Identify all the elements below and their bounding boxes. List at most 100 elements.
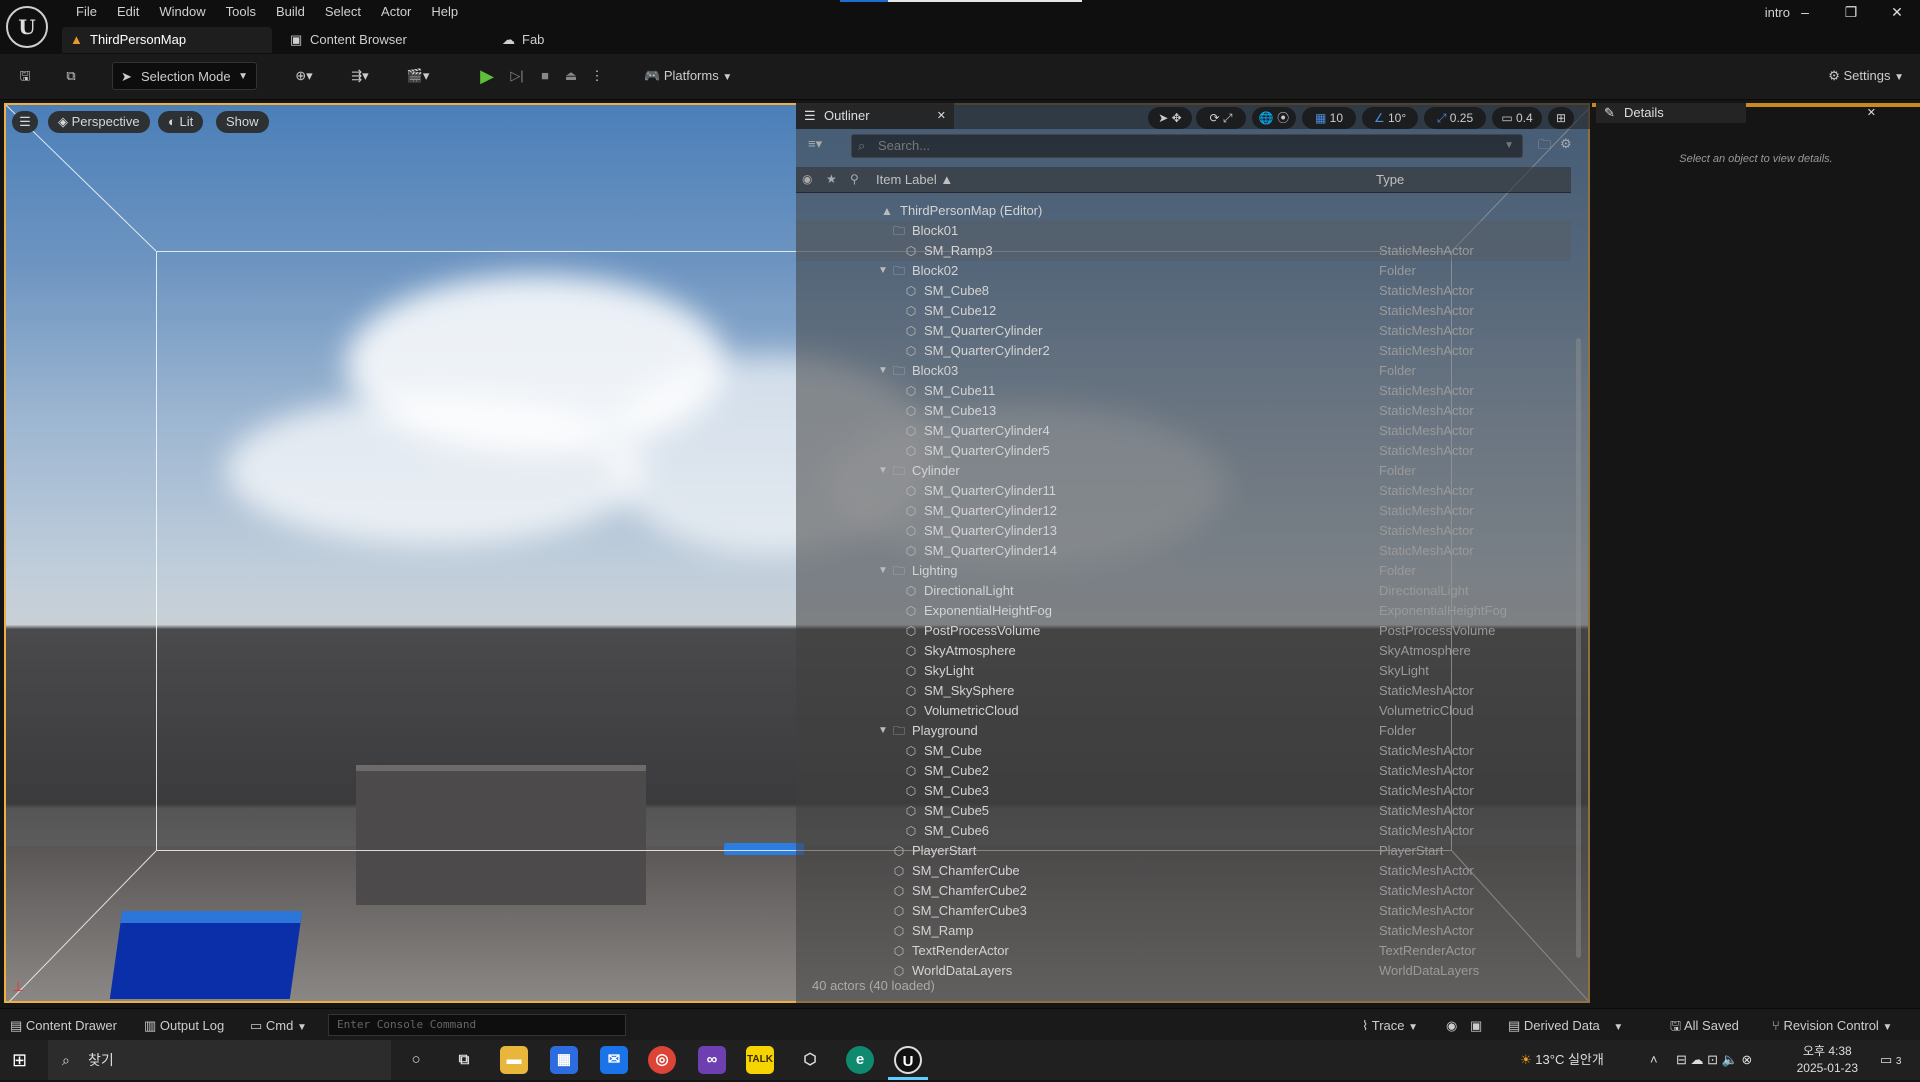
- outliner-row[interactable]: ⬡ SM_Cube3 StaticMeshActor: [796, 781, 1571, 801]
- cinematics-icon[interactable]: 🎬▾: [400, 62, 436, 90]
- store-icon[interactable]: ▦: [550, 1046, 578, 1074]
- cmd-dropdown[interactable]: ▭ Cmd ▼: [250, 1017, 307, 1035]
- windows-start-icon[interactable]: ⊞: [12, 1050, 27, 1071]
- outliner-row[interactable]: 🗀 Block01: [796, 221, 1571, 241]
- console-input[interactable]: Enter Console Command: [328, 1014, 626, 1036]
- visual-studio-icon[interactable]: ∞: [698, 1046, 726, 1074]
- menu-build[interactable]: Build: [266, 3, 315, 21]
- outliner-row[interactable]: ▼ 🗀 Playground Folder: [796, 721, 1571, 741]
- outliner-row[interactable]: ⬡ SM_ChamferCube3 StaticMeshActor: [796, 901, 1571, 921]
- file-explorer-icon[interactable]: ▬: [500, 1046, 528, 1074]
- outliner-row[interactable]: ⬡ SM_Cube13 StaticMeshActor: [796, 401, 1571, 421]
- chrome-icon[interactable]: ◎: [648, 1046, 676, 1074]
- clock[interactable]: 오후 4:38 2025-01-23: [1797, 1043, 1858, 1077]
- settings-dropdown[interactable]: ⚙ Settings ▼: [1814, 62, 1904, 90]
- outliner-row[interactable]: ⬡ SM_QuarterCylinder StaticMeshActor: [796, 321, 1571, 341]
- outliner-row[interactable]: ⬡ VolumetricCloud VolumetricCloud: [796, 701, 1571, 721]
- browse-icon[interactable]: ⧉: [58, 62, 84, 90]
- tab-fab[interactable]: ☁ Fab: [494, 27, 584, 53]
- menu-help[interactable]: Help: [421, 3, 468, 21]
- eject-icon[interactable]: ⏏: [560, 62, 582, 90]
- outliner-row[interactable]: ▼ 🗀 Block03 Folder: [796, 361, 1571, 381]
- tab-third-person-map[interactable]: ▲ ThirdPersonMap: [62, 27, 272, 53]
- output-log-button[interactable]: ▥ Output Log: [144, 1017, 224, 1035]
- outliner-row[interactable]: ⬡ SM_Cube2 StaticMeshActor: [796, 761, 1571, 781]
- perspective-button[interactable]: ◈ Perspective: [48, 111, 150, 133]
- outliner-row[interactable]: ⬡ SM_Cube12 StaticMeshActor: [796, 301, 1571, 321]
- outliner-row[interactable]: ⬡ SM_ChamferCube2 StaticMeshActor: [796, 881, 1571, 901]
- outliner-row[interactable]: ⬡ SM_Ramp3 StaticMeshActor: [796, 241, 1571, 261]
- rotation-snap-button[interactable]: ∠ 10°: [1362, 107, 1418, 129]
- unity-hub-icon[interactable]: ⬡: [796, 1046, 824, 1074]
- eye-icon[interactable]: ◉: [802, 172, 812, 186]
- outliner-row[interactable]: ⬡ SM_Cube6 StaticMeshActor: [796, 821, 1571, 841]
- taskbar-search[interactable]: ⌕ 찾기: [48, 1040, 391, 1080]
- hamburger-menu-icon[interactable]: ☰: [12, 111, 38, 133]
- blueprint-icon[interactable]: ⇶▾: [342, 62, 378, 90]
- col-item-label[interactable]: Item Label ▲: [876, 172, 953, 187]
- screenshot-icon[interactable]: ▣: [1470, 1017, 1482, 1035]
- outliner-row[interactable]: ⬡ SM_ChamferCube StaticMeshActor: [796, 861, 1571, 881]
- outliner-search-input[interactable]: ⌕ Search... ▼: [851, 134, 1523, 158]
- cortana-icon[interactable]: ○: [402, 1046, 430, 1074]
- trace-dropdown[interactable]: ⌇ Trace ▼: [1362, 1017, 1418, 1035]
- outliner-row[interactable]: ⬡ SM_Ramp StaticMeshActor: [796, 921, 1571, 941]
- outliner-row[interactable]: ⬡ SM_QuarterCylinder11 StaticMeshActor: [796, 481, 1571, 501]
- transform-select-icon[interactable]: ➤ ✥: [1148, 107, 1192, 129]
- maximize-viewport-icon[interactable]: ⊞: [1548, 107, 1574, 129]
- close-tab-icon[interactable]: ✕: [1867, 103, 1876, 123]
- transform-mode-icon[interactable]: ⟳ ⤢: [1196, 107, 1246, 129]
- expand-arrow-icon[interactable]: ▼: [878, 261, 888, 281]
- col-type[interactable]: Type: [1376, 172, 1404, 187]
- more-options-icon[interactable]: ⋮: [590, 62, 604, 90]
- filter-icon[interactable]: ≡▾: [808, 136, 822, 152]
- outliner-row[interactable]: ⬡ PlayerStart PlayerStart: [796, 841, 1571, 861]
- menu-edit[interactable]: Edit: [107, 3, 149, 21]
- lit-button[interactable]: ◐ Lit: [158, 111, 204, 133]
- content-drawer-button[interactable]: ▤ Content Drawer: [10, 1017, 117, 1035]
- menu-select[interactable]: Select: [315, 3, 371, 21]
- unreal-editor-icon[interactable]: U: [894, 1046, 922, 1074]
- grid-snap-button[interactable]: ▦ 10: [1302, 107, 1356, 129]
- expand-arrow-icon[interactable]: ▼: [878, 561, 888, 581]
- platforms-dropdown[interactable]: 🎮 Platforms ▼: [640, 62, 740, 90]
- outliner-row[interactable]: ⬡ SM_SkySphere StaticMeshActor: [796, 681, 1571, 701]
- outliner-row[interactable]: ⬡ TextRenderActor TextRenderActor: [796, 941, 1571, 961]
- menu-actor[interactable]: Actor: [371, 3, 421, 21]
- outliner-row[interactable]: ⬡ SM_Cube8 StaticMeshActor: [796, 281, 1571, 301]
- save-icon[interactable]: 🖫: [14, 62, 36, 90]
- outliner-row[interactable]: ⬡ SM_QuarterCylinder12 StaticMeshActor: [796, 501, 1571, 521]
- task-view-icon[interactable]: ⧉: [450, 1046, 478, 1074]
- outliner-row[interactable]: ⬡ SkyLight SkyLight: [796, 661, 1571, 681]
- outliner-row[interactable]: ⬡ ExponentialHeightFog ExponentialHeightFo…: [796, 601, 1571, 621]
- edge-icon[interactable]: e: [846, 1046, 874, 1074]
- stop-icon[interactable]: ■: [534, 62, 556, 90]
- outliner-row[interactable]: ⬡ DirectionalLight DirectionalLight: [796, 581, 1571, 601]
- menu-file[interactable]: File: [66, 3, 107, 21]
- notification-button[interactable]: ▭ 3: [1880, 1040, 1901, 1080]
- close-tab-icon[interactable]: ✕: [937, 103, 946, 129]
- weather-widget[interactable]: ☀ 13°C 실안개: [1520, 1040, 1604, 1080]
- outliner-settings-icon[interactable]: ⚙: [1560, 136, 1572, 152]
- outliner-row[interactable]: ▼ 🗀 Lighting Folder: [796, 561, 1571, 581]
- record-icon[interactable]: ◉: [1446, 1017, 1457, 1035]
- outliner-row[interactable]: ⬡ SM_QuarterCylinder4 StaticMeshActor: [796, 421, 1571, 441]
- kakaotalk-icon[interactable]: TALK: [746, 1046, 774, 1074]
- maximize-button[interactable]: ❐: [1828, 0, 1874, 24]
- mail-icon[interactable]: ✉: [600, 1046, 628, 1074]
- expand-arrow-icon[interactable]: ▼: [878, 361, 888, 381]
- outliner-row[interactable]: ⬡ PostProcessVolume PostProcessVolume: [796, 621, 1571, 641]
- outliner-tab[interactable]: ☰ Outliner ✕: [796, 103, 954, 129]
- outliner-row[interactable]: ⬡ SM_QuarterCylinder2 StaticMeshActor: [796, 341, 1571, 361]
- add-folder-icon[interactable]: 🗀: [1538, 136, 1551, 158]
- selection-mode-dropdown[interactable]: ➤ Selection Mode ▼: [112, 62, 257, 90]
- outliner-row[interactable]: ▼ 🗀 Cylinder Folder: [796, 461, 1571, 481]
- world-local-icon[interactable]: 🌐 ⦿: [1252, 107, 1296, 129]
- star-icon[interactable]: ★: [826, 172, 837, 186]
- outliner-row[interactable]: ⬡ SM_Cube StaticMeshActor: [796, 741, 1571, 761]
- expand-arrow-icon[interactable]: ▼: [878, 721, 888, 741]
- menu-tools[interactable]: Tools: [216, 3, 266, 21]
- tray-icons[interactable]: ⊟ ☁ ⊡ 🔈 ⊗: [1676, 1040, 1752, 1080]
- outliner-row[interactable]: ▲ ThirdPersonMap (Editor): [796, 201, 1571, 221]
- outliner-row[interactable]: ⬡ SM_QuarterCylinder13 StaticMeshActor: [796, 521, 1571, 541]
